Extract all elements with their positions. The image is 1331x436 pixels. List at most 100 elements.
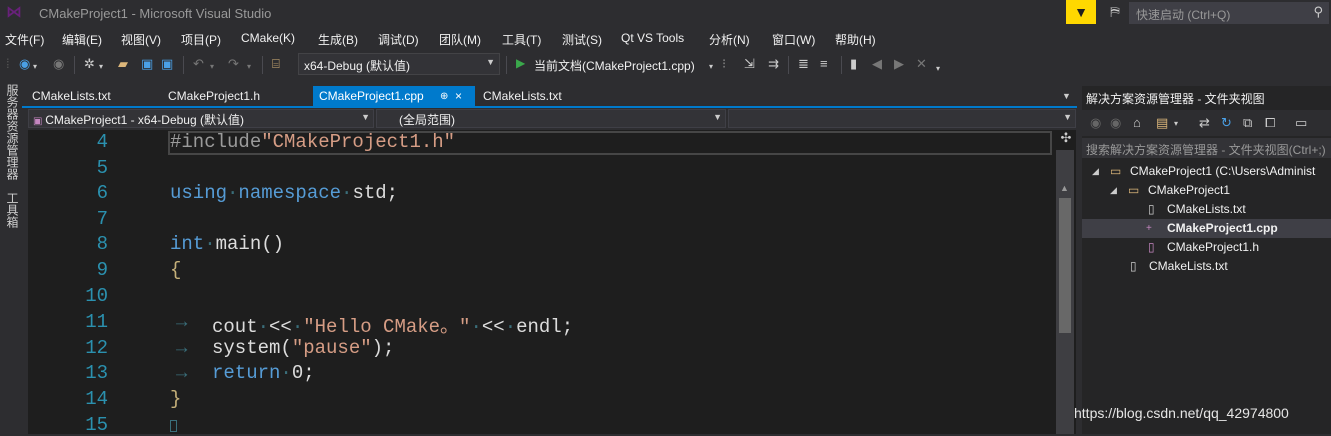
menu-tools[interactable]: 工具(T) [502, 31, 541, 48]
menu-project[interactable]: 项目(P) [181, 31, 221, 48]
literal: 0; [291, 362, 315, 384]
tree-item-file[interactable]: ▯ CMakeLists.txt [1082, 200, 1331, 219]
expand-arrow-icon[interactable]: ◢ [1110, 181, 1117, 200]
tree-item-folder[interactable]: ◢ ▭ CMakeProject1 [1082, 181, 1331, 200]
home-icon[interactable]: ⌂ [1133, 115, 1141, 130]
forward-icon[interactable]: ◉ [1110, 115, 1121, 131]
menu-cmake[interactable]: CMake(K) [241, 31, 295, 45]
back-icon[interactable]: ◉ [1090, 115, 1101, 131]
line-number: 6 [96, 182, 108, 204]
toolbar-grip-icon[interactable]: ⁞ [6, 56, 10, 72]
new-dropdown-icon[interactable]: ▾ [99, 59, 103, 75]
tree-item-file[interactable]: ▯ CMakeLists.txt [1082, 257, 1331, 276]
search-placeholder: 搜索解决方案资源管理器 - 文件夹视图(Ctrl+;) [1086, 143, 1326, 157]
notifications-filter-icon[interactable]: ▼ [1066, 0, 1096, 24]
project-dropdown[interactable]: ▣ CMakeProject1 - x64-Debug (默认值) ▼ [28, 109, 374, 128]
chevron-down-icon: ▼ [361, 112, 370, 122]
prev-bookmark-icon[interactable]: ◀ [872, 56, 882, 72]
pin-tab-icon[interactable]: ⊕ [440, 86, 448, 107]
cmake-cache-icon[interactable]: ⌸ [272, 56, 280, 72]
line-number: 7 [96, 208, 108, 230]
scroll-up-icon[interactable]: ▲ [1060, 183, 1069, 193]
toolbar-overflow-icon[interactable]: ⁝ [722, 56, 726, 72]
scope-dropdown[interactable]: (全局范围) ▼ [376, 109, 726, 128]
tab-cmakeproject1-h[interactable]: CMakeProject1.h [162, 86, 266, 107]
switch-views-dropdown-icon[interactable]: ▾ [1174, 119, 1178, 128]
whitespace-tab-glyph: → [176, 311, 188, 333]
chevron-down-icon: ▼ [486, 57, 495, 67]
tree-item-file[interactable]: ▯ CMakeProject1.h [1082, 238, 1331, 257]
navigation-bar: ▣ CMakeProject1 - x64-Debug (默认值) ▼ (全局范… [28, 108, 1076, 128]
redo-icon[interactable]: ↷ [228, 56, 239, 72]
show-all-files-icon[interactable]: ⧠ [1265, 115, 1275, 131]
undo-dropdown-icon[interactable]: ▾ [210, 59, 214, 75]
folder-icon: ▭ [1128, 183, 1140, 197]
configuration-dropdown[interactable]: x64-Debug (默认值) ▼ [298, 53, 500, 75]
tree-item-file-selected[interactable]: + CMakeProject1.cpp [1082, 219, 1331, 238]
menu-edit[interactable]: 编辑(E) [62, 31, 102, 48]
redo-dropdown-icon[interactable]: ▾ [247, 59, 251, 75]
tab-cmakelists[interactable]: CMakeLists.txt [26, 86, 117, 107]
menu-help[interactable]: 帮助(H) [835, 31, 876, 48]
refresh-icon[interactable]: ↻ [1221, 115, 1232, 131]
code-editor[interactable] [28, 130, 1076, 434]
navigate-forward-icon[interactable]: ◉ [53, 56, 64, 72]
uncomment-icon[interactable]: ≡ [820, 56, 828, 72]
new-project-icon[interactable]: ✲ [84, 56, 95, 72]
scrollbar-thumb[interactable] [1059, 198, 1071, 333]
menu-team[interactable]: 团队(M) [439, 31, 481, 48]
save-all-icon[interactable]: ▣ [161, 56, 173, 72]
server-explorer-tab[interactable]: 服务器资源管理器 [4, 84, 19, 180]
tab-cmakeproject1-cpp[interactable]: CMakeProject1.cpp ⊕ × [313, 86, 475, 107]
solution-explorer-search-input[interactable]: 搜索解决方案资源管理器 - 文件夹视图(Ctrl+;) [1082, 138, 1331, 158]
feedback-icon[interactable]: ⛿ [1104, 4, 1126, 22]
code-line-13: return·0; [212, 362, 315, 384]
menu-debug[interactable]: 调试(D) [378, 31, 419, 48]
function-name: main() [215, 233, 285, 255]
menu-qt-vs-tools[interactable]: Qt VS Tools [621, 31, 684, 45]
member-dropdown[interactable]: ▼ [728, 109, 1076, 128]
menu-test[interactable]: 测试(S) [562, 31, 602, 48]
menu-view[interactable]: 视图(V) [121, 31, 161, 48]
run-play-icon[interactable]: ▶ [516, 56, 525, 70]
collapse-all-icon[interactable]: ⧉ [1243, 115, 1252, 131]
back-dropdown-icon[interactable]: ▾ [33, 59, 37, 75]
tree-item-label: CMakeProject1 [1148, 183, 1231, 197]
step-over-icon[interactable]: ⇉ [768, 56, 779, 72]
comment-out-icon[interactable]: ≣ [798, 56, 809, 72]
undo-icon[interactable]: ↶ [193, 56, 204, 72]
run-target-button[interactable]: 当前文档(CMakeProject1.cpp) [534, 57, 695, 74]
tab-cmakelists-2[interactable]: CMakeLists.txt [477, 86, 568, 107]
step-into-icon[interactable]: ⇲ [744, 56, 755, 72]
menu-analyze[interactable]: 分析(N) [709, 31, 750, 48]
tree-item-root[interactable]: ◢ ▭ CMakeProject1 (C:\Users\Administ [1082, 162, 1331, 181]
text-cursor-marker [170, 420, 177, 432]
save-icon[interactable]: ▣ [141, 56, 153, 72]
keyword: return [212, 362, 281, 384]
split-editor-icon[interactable]: ✣ [1058, 130, 1074, 146]
close-tab-icon[interactable]: × [455, 86, 462, 107]
menu-build[interactable]: 生成(B) [318, 31, 358, 48]
line-number: 5 [96, 157, 108, 179]
menu-window[interactable]: 窗口(W) [772, 31, 815, 48]
toolbox-tab[interactable]: 工具箱 [4, 192, 19, 228]
string-literal: "Hello CMake。" [303, 316, 471, 338]
next-bookmark-icon[interactable]: ▶ [894, 56, 904, 72]
sync-icon[interactable]: ⇄ [1199, 115, 1210, 131]
project-dropdown-value: ▣ CMakeProject1 - x64-Debug (默认值) [33, 111, 244, 128]
switch-views-icon[interactable]: ▤ [1156, 115, 1168, 131]
navigate-back-icon[interactable]: ◉ [19, 56, 30, 72]
tree-item-label: CMakeLists.txt [1167, 202, 1246, 216]
tab-overflow-icon[interactable]: ▼ [1062, 91, 1071, 101]
toolbar-options-icon[interactable]: ▾ [936, 61, 940, 77]
bookmark-icon[interactable]: ▮ [850, 56, 857, 72]
run-dropdown-icon[interactable]: ▾ [709, 59, 713, 75]
clear-bookmarks-icon[interactable]: ✕ [916, 56, 927, 72]
properties-icon[interactable]: ▭ [1295, 115, 1307, 131]
keyword: using [170, 182, 228, 204]
operator: << [269, 316, 292, 338]
open-file-icon[interactable]: ▰ [118, 56, 128, 72]
expand-arrow-icon[interactable]: ◢ [1092, 162, 1099, 181]
menu-file[interactable]: 文件(F) [5, 31, 44, 48]
quick-launch-input[interactable]: 快速启动 (Ctrl+Q) ⚲ [1129, 2, 1329, 24]
